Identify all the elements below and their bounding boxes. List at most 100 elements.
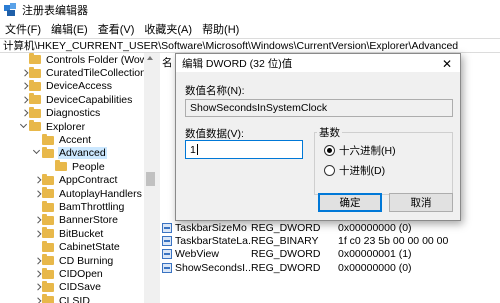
chevron-down-icon[interactable] [32, 148, 42, 158]
dec-radio[interactable] [324, 165, 335, 176]
dec-radio-option[interactable]: 十进制(D) [324, 163, 385, 178]
tree-item-label: DeviceCapabilities [46, 93, 133, 106]
tree-item[interactable]: CIDSave [32, 280, 102, 294]
ok-button[interactable]: 确定 [318, 193, 382, 212]
registry-tree: Controls Folder (Wow64)CuratedTileCollec… [0, 53, 144, 303]
folder-icon [29, 93, 41, 105]
value-type: REG_DWORD [251, 221, 321, 234]
folder-icon [42, 213, 54, 225]
menu-favorites[interactable]: 收藏夹(A) [139, 21, 197, 37]
tree-item[interactable]: AutoplayHandlers [32, 187, 143, 200]
tree-item[interactable]: Explorer [19, 120, 86, 133]
value-row[interactable]: WebView REG_DWORD 0x00000001 (1) [162, 248, 500, 261]
value-row[interactable]: TaskbarSizeMo REG_DWORD 0x00000000 (0) [162, 221, 500, 234]
close-icon[interactable]: ✕ [442, 57, 452, 71]
value-type: REG_BINARY [251, 235, 319, 248]
tree-item-label: BitBucket [59, 227, 104, 240]
tree-item[interactable]: AppContract [32, 173, 118, 187]
tree-item[interactable]: People [45, 160, 106, 173]
folder-icon [29, 79, 41, 91]
value-data: 0x00000001 (1) [338, 248, 412, 261]
edit-dword-dialog: 编辑 DWORD (32 位)值 ✕ 数值名称(N): ShowSecondsI… [175, 53, 461, 221]
tree-item[interactable]: CLSID [32, 294, 91, 303]
chevron-down-icon[interactable] [19, 122, 29, 132]
registry-value-icon [162, 249, 172, 260]
value-row[interactable]: TaskbarStateLa... REG_BINARY 1f c0 23 5b 0… [162, 234, 500, 247]
cancel-button[interactable]: 取消 [389, 193, 453, 212]
folder-icon [29, 53, 41, 65]
tree-item[interactable]: DeviceAccess [19, 79, 113, 93]
value-type: REG_DWORD [251, 248, 321, 261]
menu-file[interactable]: 文件(F) [0, 21, 46, 37]
address-bar[interactable]: 计算机\HKEY_CURRENT_USER\Software\Microsoft… [0, 38, 500, 53]
value-data-text: 1 [190, 143, 196, 156]
registry-value-icon [162, 262, 172, 273]
tree-item[interactable]: Diagnostics [19, 106, 101, 120]
value-data: 0x00000000 (0) [338, 221, 412, 234]
tree-item-label: Diagnostics [46, 107, 101, 120]
folder-icon [42, 173, 54, 185]
text-caret [196, 144, 198, 155]
tree-item[interactable]: BitBucket [32, 227, 104, 240]
tree-item[interactable]: BannerStore [32, 213, 119, 227]
tree-item[interactable]: CD Burning [32, 254, 114, 267]
value-data-input[interactable]: 1 [185, 140, 303, 159]
chevron-right-icon[interactable] [19, 81, 29, 91]
tree-item-label: CD Burning [59, 254, 114, 267]
chevron-right-icon[interactable] [32, 215, 42, 225]
tree-item-label: Advanced [58, 147, 107, 160]
chevron-right-icon[interactable] [32, 269, 42, 279]
hex-label: 十六进制(H) [339, 145, 396, 157]
chevron-right-icon[interactable] [32, 175, 42, 185]
menu-edit[interactable]: 编辑(E) [46, 21, 93, 37]
chevron-right-icon[interactable] [19, 68, 29, 78]
menu-view[interactable]: 查看(V) [93, 21, 140, 37]
registry-value-icon [162, 222, 172, 233]
folder-icon [29, 66, 41, 78]
value-data: 0x00000000 (0) [338, 261, 412, 274]
hex-radio-option[interactable]: 十六进制(H) [324, 143, 396, 158]
tree-item[interactable]: Advanced [32, 146, 107, 160]
dialog-title-bar: 编辑 DWORD (32 位)值 ✕ [176, 54, 460, 72]
scrollbar-thumb[interactable] [146, 172, 155, 186]
tree-item-label: CIDSave [59, 281, 102, 294]
menu-help[interactable]: 帮助(H) [197, 21, 244, 37]
tree-item[interactable]: CIDOpen [32, 267, 104, 280]
tree-item-label: CLSID [59, 294, 90, 303]
scroll-up-icon[interactable] [147, 56, 153, 60]
chevron-right-icon[interactable] [32, 296, 42, 303]
tree-scrollbar[interactable] [144, 53, 157, 303]
tree-item-label: BamThrottling [59, 201, 125, 214]
tree-item-label: DeviceAccess [46, 80, 112, 93]
chevron-right-icon[interactable] [19, 108, 29, 118]
tree-item[interactable]: Accent [32, 133, 92, 146]
chevron-right-icon[interactable] [32, 256, 42, 266]
value-name-field[interactable]: ShowSecondsInSystemClock [185, 99, 453, 117]
folder-icon [42, 294, 54, 303]
chevron-right-icon[interactable] [32, 229, 42, 239]
folder-icon [42, 200, 54, 212]
folder-icon [42, 267, 54, 279]
chevron-right-icon[interactable] [32, 189, 42, 199]
registry-editor-icon [4, 3, 18, 17]
folder-icon [42, 227, 54, 239]
chevron-right-icon[interactable] [32, 282, 42, 292]
hex-radio[interactable] [324, 145, 335, 156]
value-name: TaskbarSizeMo [175, 221, 247, 234]
tree-item[interactable]: BamThrottling [32, 200, 125, 213]
folder-icon [42, 133, 54, 145]
tree-item[interactable]: CabinetState [32, 240, 121, 254]
value-row[interactable]: ShowSecondsI... REG_DWORD 0x00000000 (0) [162, 261, 500, 274]
tree-item-label: BannerStore [59, 214, 118, 227]
tree-item[interactable]: Controls Folder (Wow64) [19, 53, 144, 66]
folder-icon [42, 240, 54, 252]
dialog-title: 编辑 DWORD (32 位)值 [182, 57, 293, 70]
tree-item-label: People [72, 160, 105, 173]
value-data: 1f c0 23 5b 00 00 00 00 [338, 235, 449, 248]
column-header-name[interactable]: 名 [162, 55, 173, 70]
tree-item[interactable]: CuratedTileCollections [19, 66, 144, 79]
chevron-right-icon[interactable] [19, 95, 29, 105]
tree-item[interactable]: DeviceCapabilities [19, 93, 133, 106]
